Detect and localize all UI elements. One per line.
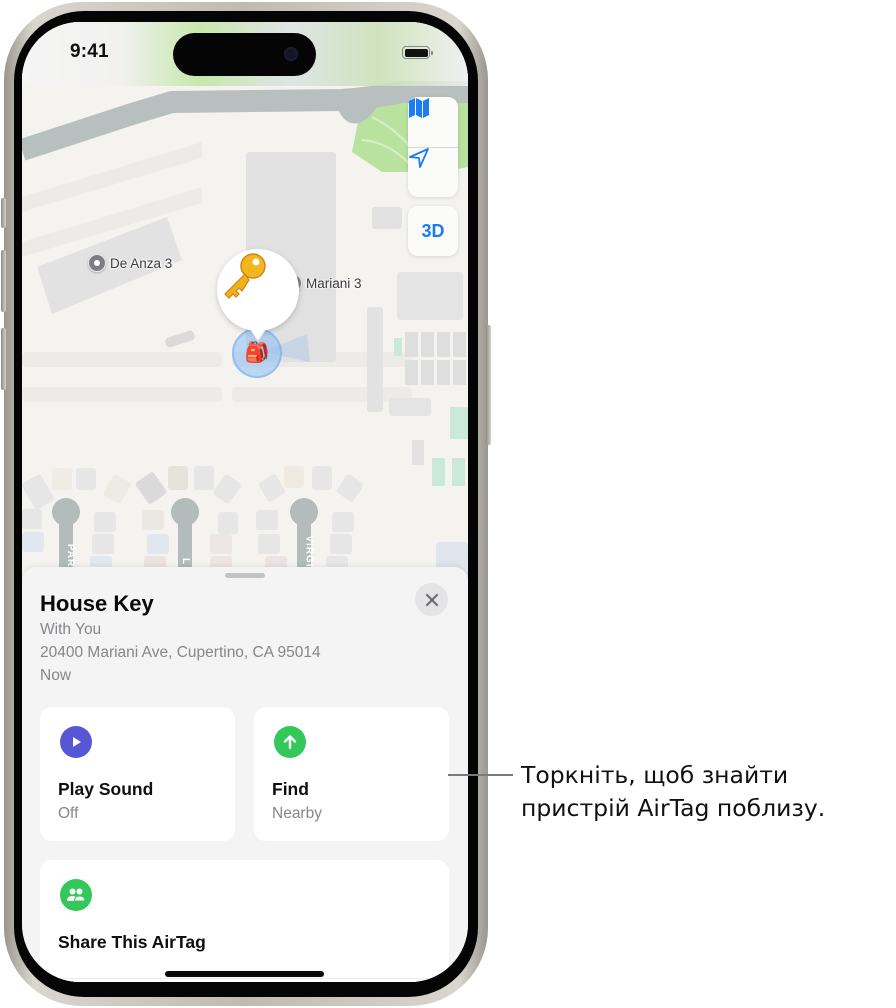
volume-down-button [1, 328, 6, 390]
play-sound-title: Play Sound [58, 779, 154, 799]
view-3d-label: 3D [421, 220, 445, 241]
callout-line [448, 774, 513, 776]
side-button [486, 325, 491, 445]
track-location-button[interactable] [408, 147, 458, 197]
callout-line-2: пристрій AirTag поблизу. [521, 794, 826, 822]
find-nearby-button[interactable]: Find Nearby [254, 707, 449, 841]
people-icon [67, 888, 86, 902]
poi-label: Mariani 3 [306, 275, 362, 291]
play-sound-status: Off [58, 805, 79, 822]
item-last-seen: Now [40, 667, 72, 684]
street-label: VIRGI [303, 535, 315, 568]
phone-screen: PAR L VIRGI De Anza 3 Mariani 3 🎒 9:41 3… [22, 22, 468, 982]
play-icon [73, 737, 81, 747]
item-address: 20400 Mariani Ave, Cupertino, CA 95014 [40, 644, 321, 661]
find-title: Find [272, 779, 309, 799]
arrow-up-icon [283, 735, 297, 750]
callout-annotation: Торкніть, щоб знайти пристрій AirTag поб… [521, 759, 825, 825]
arrow-up-icon-badge [274, 726, 306, 758]
callout-line-1: Торкніть, щоб знайти [521, 761, 789, 789]
item-title: House Key [40, 591, 154, 616]
street-label: L [180, 557, 192, 566]
item-status: With You [40, 621, 102, 638]
map-icon [409, 98, 429, 118]
key-emoji-icon [224, 253, 266, 299]
battery-icon [402, 46, 433, 59]
backpack-emoji-icon: 🎒 [244, 342, 270, 364]
volume-up-button [1, 250, 6, 312]
dynamic-island [173, 33, 316, 76]
map-view[interactable]: PAR L VIRGI De Anza 3 Mariani 3 🎒 9:41 3… [22, 22, 468, 582]
people-icon-badge [60, 879, 92, 911]
play-sound-button[interactable]: Play Sound Off [40, 707, 235, 841]
poi-label: De Anza 3 [110, 255, 173, 271]
poi-pin-icon [88, 254, 106, 272]
share-airtag-title: Share This AirTag [58, 932, 206, 952]
find-status: Nearby [272, 805, 322, 822]
play-icon-badge [60, 726, 92, 758]
home-indicator[interactable] [165, 971, 324, 977]
view-3d-control: 3D [408, 206, 458, 256]
share-airtag-button[interactable]: Share This AirTag [40, 860, 449, 982]
close-button[interactable] [415, 583, 448, 616]
camera-icon [284, 47, 298, 61]
poi-de-anza-3[interactable]: De Anza 3 [88, 254, 172, 272]
location-arrow-outline-icon [409, 148, 429, 168]
action-button [1, 198, 6, 228]
item-location-marker[interactable] [217, 249, 299, 341]
map-controls [408, 97, 458, 197]
street-label: PAR [65, 543, 77, 568]
divider [58, 978, 449, 979]
item-detail-sheet: House Key With You 20400 Mariani Ave, Cu… [22, 567, 468, 982]
map-mode-button[interactable] [408, 97, 458, 147]
clock: 9:41 [70, 41, 109, 62]
view-3d-button[interactable]: 3D [408, 206, 458, 256]
wifi-icon [22, 22, 42, 37]
status-bar: 9:41 [22, 22, 468, 86]
close-icon [425, 593, 438, 606]
sheet-grabber[interactable] [225, 573, 265, 578]
